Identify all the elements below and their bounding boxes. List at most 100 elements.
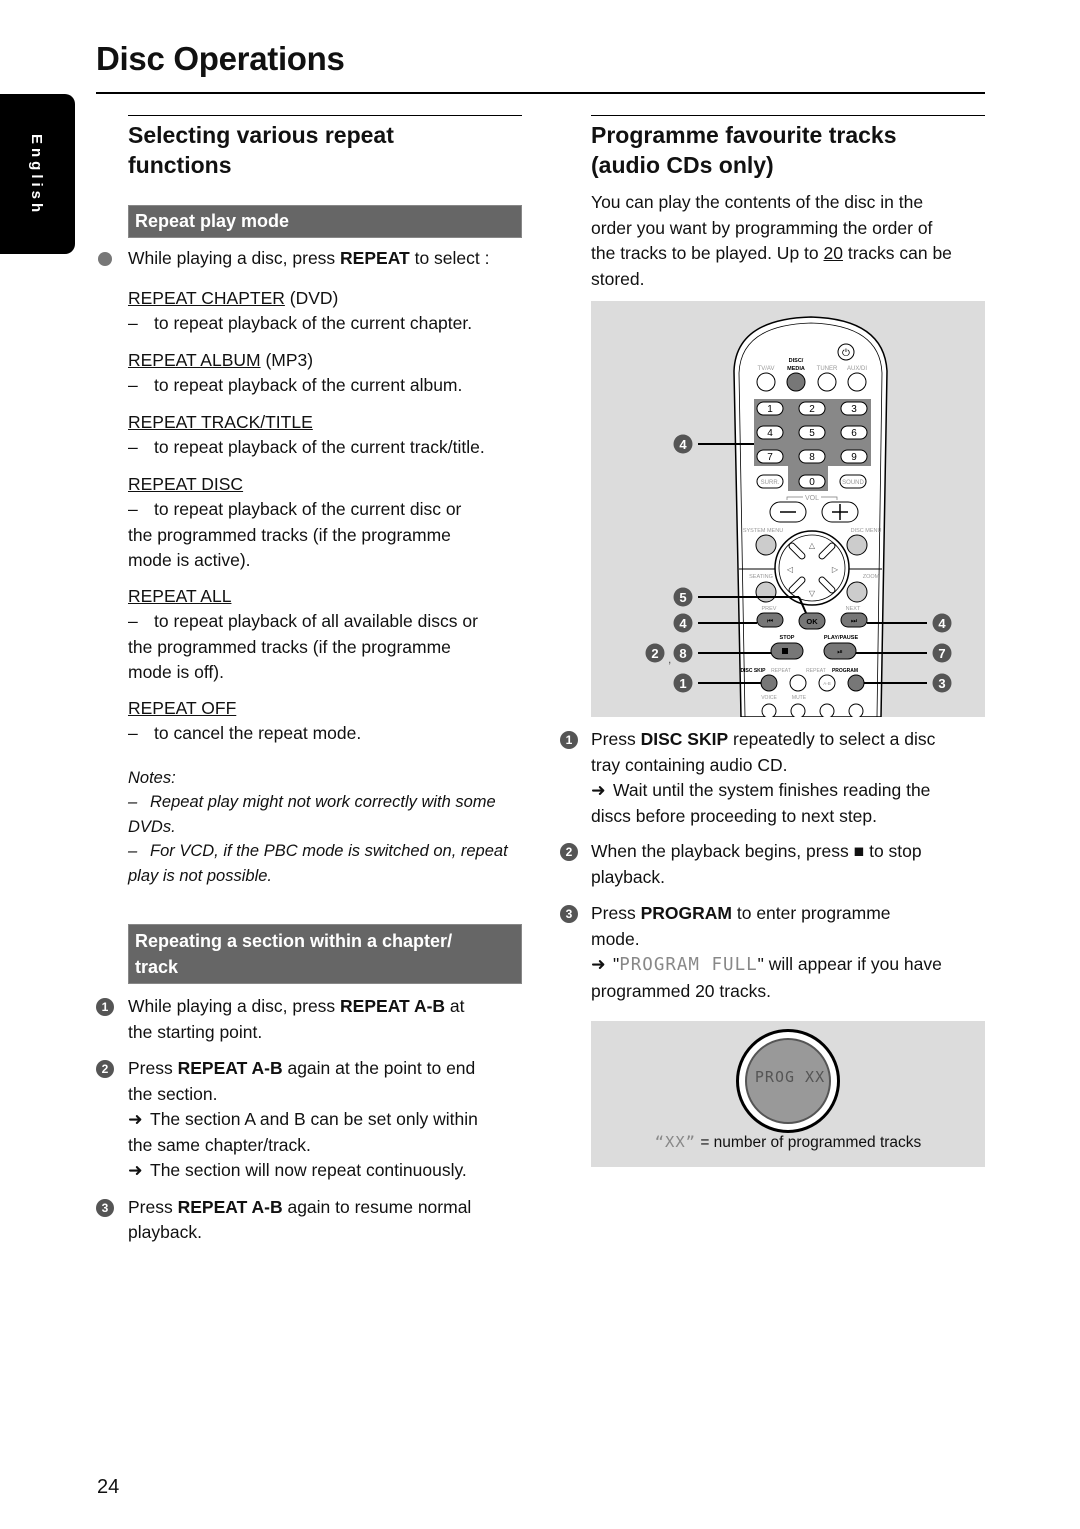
disc-media-button: [786, 372, 806, 392]
digit-label: 0: [809, 477, 815, 488]
step-number-icon: 3: [96, 1198, 114, 1217]
programme-step-2: 2 When the playback begins, press ■ to s…: [560, 839, 985, 890]
svg-text:SURR.: SURR.: [761, 480, 780, 486]
subheading-repeat-section: Repeating a section within a chapter/ tr…: [128, 924, 522, 984]
svg-text:REPEAT: REPEAT: [806, 668, 826, 674]
bullet-dot-icon: [98, 252, 112, 266]
arrow-icon: ➜: [591, 780, 606, 800]
programme-step-3: 3 Press PROGRAM to enter programme mode.…: [560, 901, 985, 1004]
program-display-illustration: PROG XX “XX” = number of programmed trac…: [591, 1021, 985, 1167]
digit-label: 3: [851, 404, 857, 415]
lcd-program-full: PROGRAM FULL: [619, 955, 758, 975]
step-number-icon: 1: [96, 998, 114, 1016]
page-title: Disc Operations: [96, 40, 345, 77]
tvav-button: [756, 372, 776, 392]
step-number-icon: 1: [560, 731, 578, 749]
svg-text:DISC SKIP: DISC SKIP: [740, 668, 766, 674]
step-number-icon: 2: [96, 1060, 114, 1078]
nav-right-icon: ▷: [832, 565, 839, 574]
tuner-button: [817, 372, 837, 392]
callout-number: 1: [679, 676, 686, 691]
display-disc: PROG XX: [736, 1029, 840, 1133]
repeat-option-off: REPEAT OFF – to cancel the repeat mode.: [128, 697, 362, 744]
subheading-repeat-play-mode: Repeat play mode: [128, 205, 522, 238]
svg-text:REPEAT: REPEAT: [771, 668, 791, 674]
notes: Notes: – Repeat play might not work corre…: [128, 768, 508, 885]
nav-down-icon: ▽: [809, 589, 816, 598]
disc-skip-button: [760, 674, 778, 692]
callout-comma: ,: [668, 652, 671, 666]
arrow-icon: ➜: [128, 1109, 143, 1129]
repeat-option-track-title: REPEAT TRACK/TITLE – to repeat playback o…: [128, 411, 485, 458]
section-title-repeat: Selecting various repeat functions: [128, 122, 394, 178]
vol-label: VOL: [805, 495, 819, 502]
digit-label: 6: [851, 428, 857, 439]
page-number: 24: [97, 1476, 120, 1498]
svg-text:VOICE: VOICE: [761, 695, 777, 701]
nav-left-icon: ◁: [787, 565, 794, 574]
svg-text:ZOOM: ZOOM: [863, 574, 880, 580]
svg-text:PROGRAM: PROGRAM: [832, 668, 858, 674]
digit-label: 9: [851, 452, 857, 463]
zoom-button: [846, 581, 868, 603]
callout-number: 2: [651, 646, 658, 661]
programme-intro: You can play the contents of the disc in…: [591, 192, 952, 289]
title-rule: [96, 92, 985, 94]
section-rule: [128, 115, 522, 116]
digit-label: 5: [809, 428, 815, 439]
digit-label: 8: [809, 452, 815, 463]
seating-button: [755, 581, 777, 603]
right-column: Programme favourite tracks (audio CDs on…: [560, 115, 985, 292]
play-pause-icon: ⏯: [837, 649, 843, 656]
power-icon: ⏻: [842, 348, 850, 359]
nav-up-icon: △: [809, 541, 816, 550]
svg-text:A-B: A-B: [823, 681, 831, 686]
callout-number: 7: [938, 646, 945, 661]
repeat-option-album: REPEAT ALBUM (MP3) – to repeat playback o…: [128, 349, 463, 396]
svg-text:MUTE: MUTE: [792, 695, 807, 701]
stop-symbol-icon: ■: [853, 841, 865, 861]
programme-steps: 1 Press DISC SKIP repeatedly to select a…: [560, 727, 985, 1004]
svg-text:NEXT: NEXT: [846, 606, 861, 612]
language-tab-label: English: [28, 134, 45, 217]
intro-bullet: While playing a disc, press REPEAT to se…: [96, 246, 522, 272]
programme-step-1: 1 Press DISC SKIP repeatedly to select a…: [560, 727, 985, 829]
svg-text:SOUND: SOUND: [842, 480, 864, 486]
remote-control-illustration: ⏻ TV/AV DISC/ MEDIA TUNER AUX/DI 1 2 3 4 5 6 7…: [591, 301, 985, 717]
repeat-option-chapter: REPEAT CHAPTER (DVD) – to repeat playback…: [128, 287, 473, 334]
callout-number: 4: [938, 616, 946, 631]
digit-label: 2: [809, 404, 815, 415]
display-lcd-text: PROG XX: [754, 1068, 826, 1086]
step-number-icon: 2: [560, 843, 578, 861]
callout-number: 3: [938, 676, 945, 691]
label-tvav: TV/AV: [758, 366, 775, 372]
left-column: Selecting various repeat functions Repea…: [96, 115, 522, 1246]
label-disc: DISC/: [789, 358, 804, 364]
program-button: [847, 674, 865, 692]
section-rule: [591, 115, 985, 116]
svg-text:STOP: STOP: [780, 635, 795, 641]
disc-menu-button: [846, 534, 868, 556]
ab-step-1: 1 While playing a disc, press REPEAT A-B…: [96, 994, 522, 1045]
auxdi-button: [847, 372, 867, 392]
digit-label: 1: [767, 404, 773, 415]
prev-icon: ⏮: [767, 618, 773, 625]
callout-number: 4: [679, 437, 687, 452]
digit-label: 4: [767, 428, 773, 439]
section-title-programme: Programme favourite tracks (audio CDs on…: [591, 122, 897, 178]
digit-label: 7: [767, 452, 773, 463]
ab-step-3: 3 Press REPEAT A-B again to resume norma…: [96, 1195, 522, 1246]
stop-icon: [782, 648, 788, 654]
label-tuner: TUNER: [817, 366, 838, 372]
display-caption: “XX” = number of programmed tracks: [654, 1133, 922, 1151]
callout-number: 8: [679, 646, 686, 661]
svg-text:OK: OK: [806, 617, 818, 626]
ab-step-2: 2 Press REPEAT A-B again at the point to…: [96, 1056, 522, 1184]
repeat-option-all: REPEAT ALL – to repeat playback of all av…: [128, 585, 478, 683]
next-icon: ⏭: [851, 618, 858, 625]
callout-number: 5: [679, 590, 686, 605]
arrow-icon: ➜: [591, 954, 606, 974]
svg-text:SEATING: SEATING: [749, 574, 773, 580]
language-tab: English: [0, 94, 75, 254]
label-media: MEDIA: [787, 366, 805, 372]
